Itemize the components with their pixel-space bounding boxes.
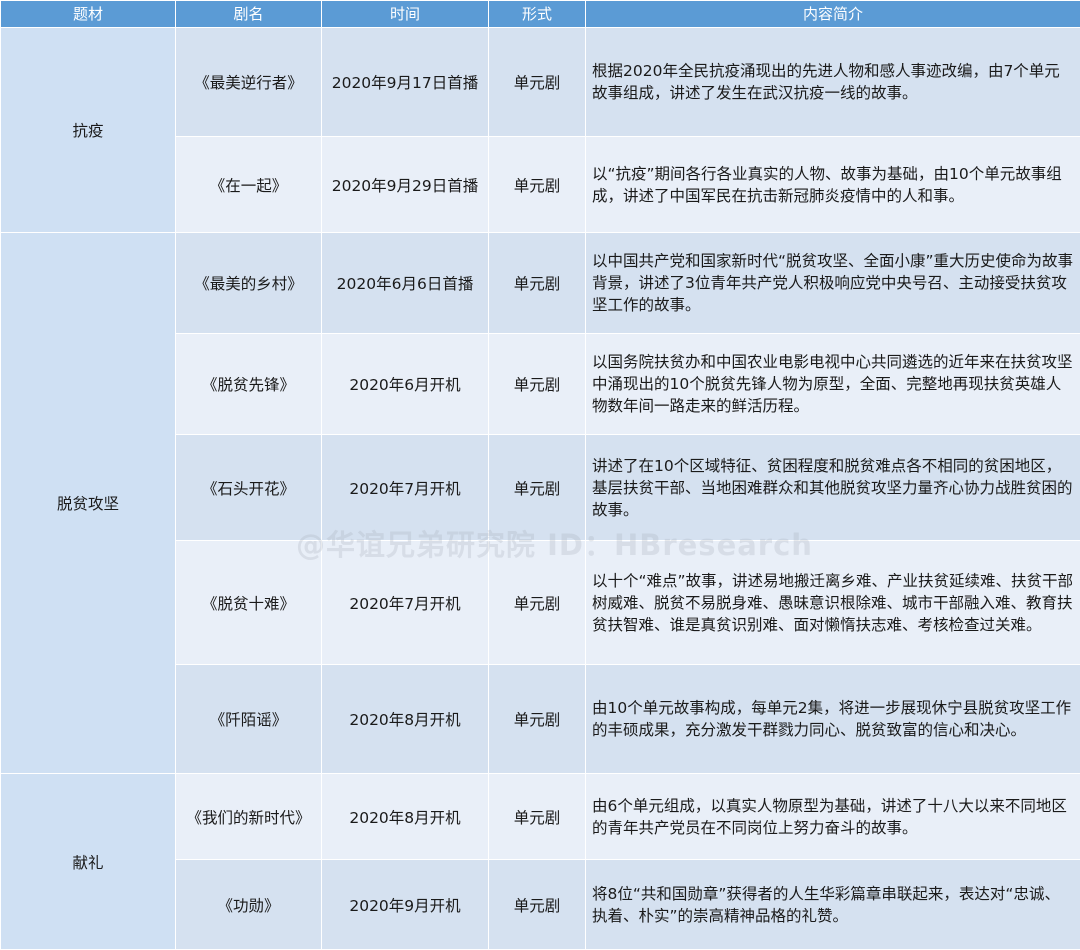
drama-title: 《最美的乡村》 [176,233,322,334]
drama-time: 2020年9月29日首播 [322,137,489,233]
drama-form: 单元剧 [489,137,586,233]
table-row: 抗疫 《最美逆行者》 2020年9月17日首播 单元剧 根据2020年全民抗疫涌… [1,28,1080,137]
drama-desc: 以十个“难点”故事，讲述易地搬迁离乡难、产业扶贫延续难、扶贫干部树威难、脱贫不易… [586,541,1080,665]
drama-form: 单元剧 [489,860,586,950]
drama-time: 2020年7月开机 [322,435,489,541]
drama-time: 2020年9月17日首播 [322,28,489,137]
drama-desc: 根据2020年全民抗疫涌现出的先进人物和感人事迹改编，由7个单元故事组成，讲述了… [586,28,1080,137]
drama-title: 《我们的新时代》 [176,774,322,860]
header-row: 题材 剧名 时间 形式 内容简介 [1,1,1080,28]
drama-title: 《阡陌谣》 [176,665,322,774]
header-form: 形式 [489,1,586,28]
table-row: 献礼 《我们的新时代》 2020年8月开机 单元剧 由6个单元组成，以真实人物原… [1,774,1080,860]
header-desc: 内容简介 [586,1,1080,28]
drama-desc: 以中国共产党和国家新时代“脱贫攻坚、全面小康”重大历史使命为故事背景，讲述了3位… [586,233,1080,334]
drama-form: 单元剧 [489,665,586,774]
drama-time: 2020年7月开机 [322,541,489,665]
topic-cell: 抗疫 [1,28,176,233]
header-topic: 题材 [1,1,176,28]
drama-form: 单元剧 [489,28,586,137]
drama-title: 《脱贫十难》 [176,541,322,665]
drama-desc: 由6个单元组成，以真实人物原型为基础，讲述了十八大以来不同地区的青年共产党员在不… [586,774,1080,860]
drama-form: 单元剧 [489,541,586,665]
drama-form: 单元剧 [489,334,586,435]
topic-cell: 脱贫攻坚 [1,233,176,774]
drama-time: 2020年9月开机 [322,860,489,950]
drama-title: 《最美逆行者》 [176,28,322,137]
drama-time: 2020年8月开机 [322,774,489,860]
drama-desc: 由10个单元故事构成，每单元2集，将进一步展现休宁县脱贫攻坚工作的丰硕成果，充分… [586,665,1080,774]
drama-form: 单元剧 [489,774,586,860]
drama-table: 题材 剧名 时间 形式 内容简介 抗疫 《最美逆行者》 2020年9月17日首播… [0,0,1080,950]
drama-title: 《功勋》 [176,860,322,950]
drama-title: 《脱贫先锋》 [176,334,322,435]
drama-title: 《石头开花》 [176,435,322,541]
drama-form: 单元剧 [489,233,586,334]
drama-desc: 将8位“共和国勋章”获得者的人生华彩篇章串联起来，表达对“忠诚、执着、朴实”的崇… [586,860,1080,950]
drama-time: 2020年8月开机 [322,665,489,774]
table-row: 脱贫攻坚 《最美的乡村》 2020年6月6日首播 单元剧 以中国共产党和国家新时… [1,233,1080,334]
drama-title: 《在一起》 [176,137,322,233]
header-title: 剧名 [176,1,322,28]
drama-desc: 讲述了在10个区域特征、贫困程度和脱贫难点各不相同的贫困地区，基层扶贫干部、当地… [586,435,1080,541]
drama-desc: 以国务院扶贫办和中国农业电影电视中心共同遴选的近年来在扶贫攻坚中涌现出的10个脱… [586,334,1080,435]
drama-form: 单元剧 [489,435,586,541]
header-time: 时间 [322,1,489,28]
drama-time: 2020年6月6日首播 [322,233,489,334]
drama-time: 2020年6月开机 [322,334,489,435]
drama-desc: 以“抗疫”期间各行各业真实的人物、故事为基础，由10个单元故事组成，讲述了中国军… [586,137,1080,233]
topic-cell: 献礼 [1,774,176,950]
